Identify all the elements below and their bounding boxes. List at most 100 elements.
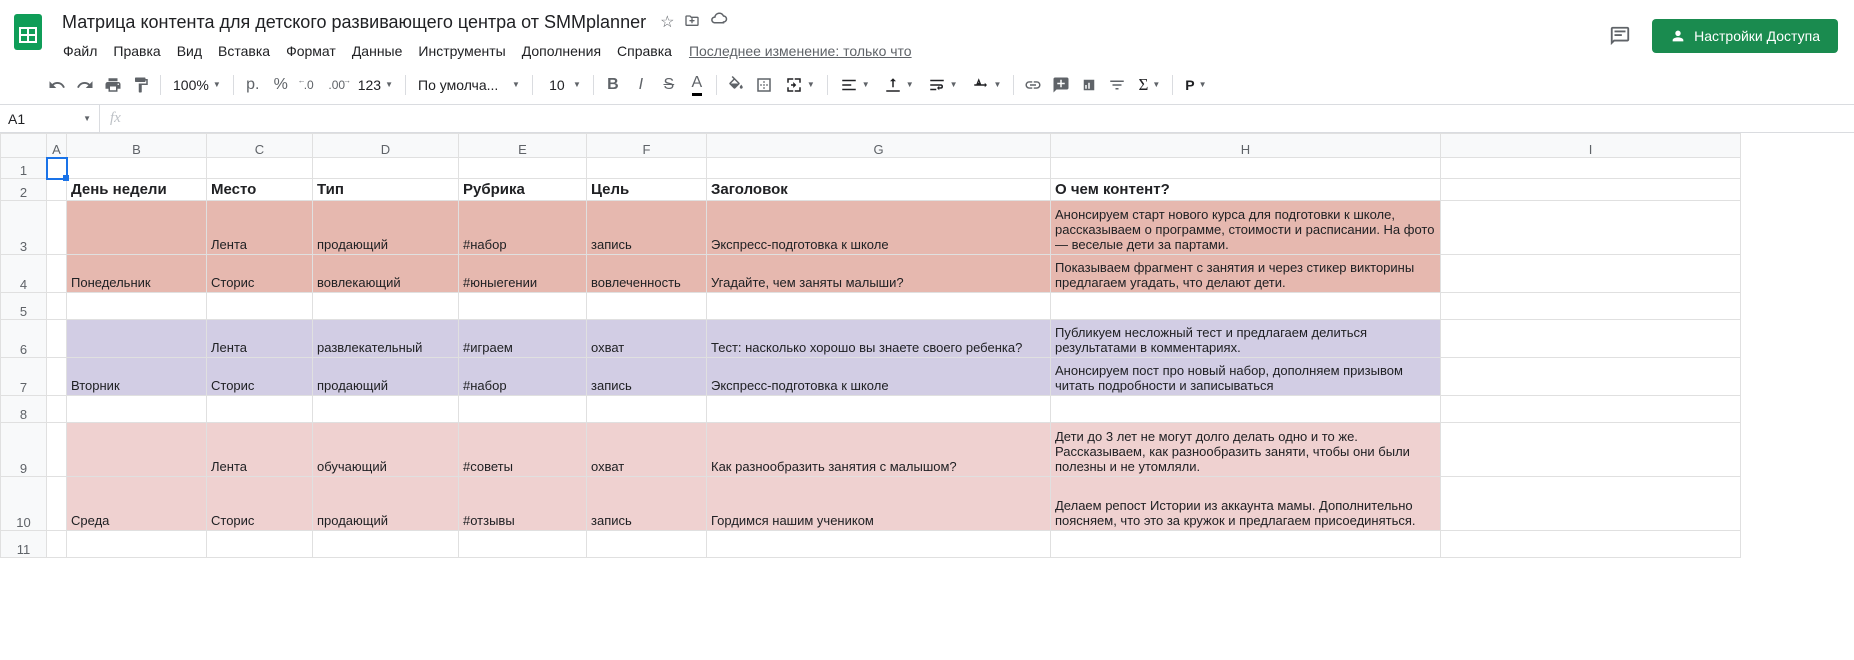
col-header-A[interactable]: A [47, 134, 67, 158]
insert-link-button[interactable] [1020, 72, 1046, 98]
insert-chart-button[interactable] [1076, 72, 1102, 98]
cell-A10[interactable] [47, 477, 67, 531]
cell-D10[interactable]: продающий [313, 477, 459, 531]
text-wrap-button[interactable]: ▼ [922, 72, 964, 98]
more-formats-select[interactable]: 123▼ [352, 72, 399, 98]
cell-D9[interactable]: обучающий [313, 423, 459, 477]
cell-F5[interactable] [587, 293, 707, 320]
text-color-button[interactable]: A [684, 72, 710, 98]
cell-G10[interactable]: Гордимся нашим учеником [707, 477, 1051, 531]
row-header-4[interactable]: 4 [1, 255, 47, 293]
cell-C10[interactable]: Сторис [207, 477, 313, 531]
col-header-G[interactable]: G [707, 134, 1051, 158]
cell-F4[interactable]: вовлеченность [587, 255, 707, 293]
col-header-F[interactable]: F [587, 134, 707, 158]
cell-D3[interactable]: продающий [313, 201, 459, 255]
cell-G2[interactable]: Заголовок [707, 179, 1051, 201]
cell-B3[interactable] [67, 201, 207, 255]
cell-F1[interactable] [587, 158, 707, 179]
cell-A8[interactable] [47, 396, 67, 423]
cell-I6[interactable] [1441, 320, 1741, 358]
redo-button[interactable] [72, 72, 98, 98]
menu-вид[interactable]: Вид [170, 39, 209, 63]
col-header-C[interactable]: C [207, 134, 313, 158]
currency-button[interactable]: р. [240, 72, 266, 98]
cell-G4[interactable]: Угадайте, чем заняты малыши? [707, 255, 1051, 293]
cell-C5[interactable] [207, 293, 313, 320]
cell-B6[interactable] [67, 320, 207, 358]
paint-format-button[interactable] [128, 72, 154, 98]
cell-H9[interactable]: Дети до 3 лет не могут долго делать одно… [1051, 423, 1441, 477]
cell-B4[interactable]: Понедельник [67, 255, 207, 293]
menu-правка[interactable]: Правка [106, 39, 167, 63]
row-header-8[interactable]: 8 [1, 396, 47, 423]
cell-F7[interactable]: запись [587, 358, 707, 396]
cell-H4[interactable]: Показываем фрагмент с занятия и через ст… [1051, 255, 1441, 293]
col-header-B[interactable]: B [67, 134, 207, 158]
row-header-2[interactable]: 2 [1, 179, 47, 201]
cell-A9[interactable] [47, 423, 67, 477]
cell-C1[interactable] [207, 158, 313, 179]
row-header-1[interactable]: 1 [1, 158, 47, 179]
menu-файл[interactable]: Файл [56, 39, 104, 63]
cell-C4[interactable]: Сторис [207, 255, 313, 293]
zoom-select[interactable]: 100%▼ [167, 72, 227, 98]
menu-инструменты[interactable]: Инструменты [411, 39, 512, 63]
row-header-10[interactable]: 10 [1, 477, 47, 531]
row-header-7[interactable]: 7 [1, 358, 47, 396]
percent-button[interactable]: % [268, 72, 294, 98]
cell-D11[interactable] [313, 531, 459, 558]
cell-E8[interactable] [459, 396, 587, 423]
row-header-3[interactable]: 3 [1, 201, 47, 255]
cell-I11[interactable] [1441, 531, 1741, 558]
filter-button[interactable] [1104, 72, 1130, 98]
cell-C7[interactable]: Сторис [207, 358, 313, 396]
functions-button[interactable]: Σ▼ [1132, 72, 1166, 98]
cell-I8[interactable] [1441, 396, 1741, 423]
cell-I3[interactable] [1441, 201, 1741, 255]
formula-input[interactable] [131, 105, 1854, 132]
cell-G8[interactable] [707, 396, 1051, 423]
cell-G1[interactable] [707, 158, 1051, 179]
last-edit-link[interactable]: Последнее изменение: только что [681, 39, 920, 63]
cell-G6[interactable]: Тест: насколько хорошо вы знаете своего … [707, 320, 1051, 358]
cell-B10[interactable]: Среда [67, 477, 207, 531]
font-size-select[interactable]: 10▼ [539, 72, 587, 98]
cell-D7[interactable]: продающий [313, 358, 459, 396]
cell-H1[interactable] [1051, 158, 1441, 179]
cell-E5[interactable] [459, 293, 587, 320]
row-header-5[interactable]: 5 [1, 293, 47, 320]
cell-C9[interactable]: Лента [207, 423, 313, 477]
cell-D2[interactable]: Тип [313, 179, 459, 201]
text-rotation-button[interactable]: ▼ [966, 72, 1008, 98]
cell-I2[interactable] [1441, 179, 1741, 201]
input-tools-button[interactable]: Р▼ [1179, 72, 1212, 98]
vertical-align-button[interactable]: ▼ [878, 72, 920, 98]
col-header-E[interactable]: E [459, 134, 587, 158]
cell-B9[interactable] [67, 423, 207, 477]
cell-I7[interactable] [1441, 358, 1741, 396]
cell-A1[interactable] [47, 158, 67, 179]
cell-D8[interactable] [313, 396, 459, 423]
cell-F3[interactable]: запись [587, 201, 707, 255]
cell-H10[interactable]: Делаем репост Истории из аккаунта мамы. … [1051, 477, 1441, 531]
move-icon[interactable] [684, 12, 700, 33]
decrease-decimal-button[interactable]: .0← [296, 72, 322, 98]
cell-E2[interactable]: Рубрика [459, 179, 587, 201]
insert-comment-button[interactable] [1048, 72, 1074, 98]
italic-button[interactable]: I [628, 72, 654, 98]
col-header-I[interactable]: I [1441, 134, 1741, 158]
row-header-6[interactable]: 6 [1, 320, 47, 358]
cell-I9[interactable] [1441, 423, 1741, 477]
cell-A2[interactable] [47, 179, 67, 201]
cell-G3[interactable]: Экспресс-подготовка к школе [707, 201, 1051, 255]
cell-A11[interactable] [47, 531, 67, 558]
cell-H6[interactable]: Публикуем несложный тест и предлагаем де… [1051, 320, 1441, 358]
cell-A6[interactable] [47, 320, 67, 358]
comments-button[interactable] [1600, 16, 1640, 56]
cell-B11[interactable] [67, 531, 207, 558]
cell-C6[interactable]: Лента [207, 320, 313, 358]
fill-color-button[interactable] [723, 72, 749, 98]
cell-B5[interactable] [67, 293, 207, 320]
menu-данные[interactable]: Данные [345, 39, 410, 63]
